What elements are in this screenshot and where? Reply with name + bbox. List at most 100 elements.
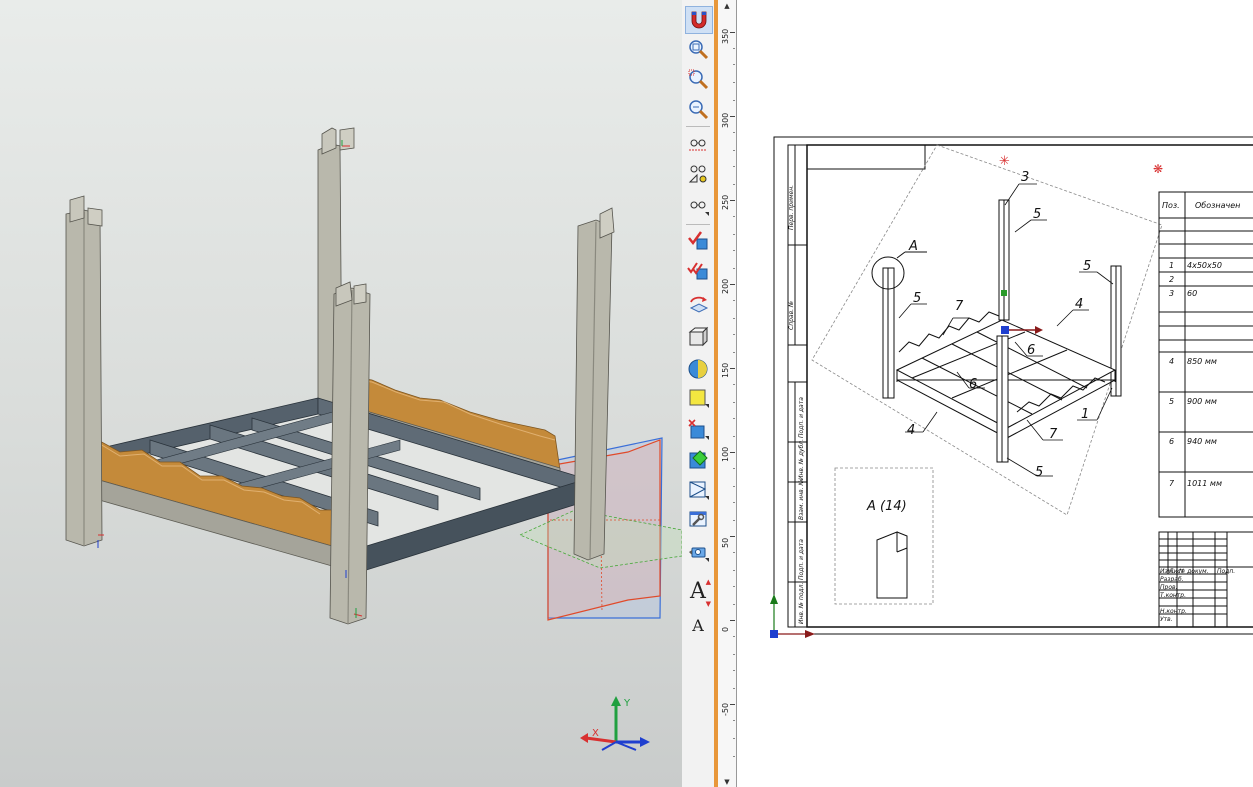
title-block-label: Разраб. — [1160, 576, 1184, 583]
stamp-label: Подп. и дата — [798, 539, 805, 580]
section-button[interactable] — [685, 416, 711, 442]
ruler-scroll-up-icon[interactable]: ▲ — [722, 2, 732, 10]
view-options-button[interactable] — [685, 192, 711, 218]
ruler-label: 0 — [721, 626, 730, 632]
spec-row-pos: 1 — [1169, 261, 1174, 270]
text-icon: A — [692, 615, 704, 635]
double-check-cube-icon — [687, 262, 708, 280]
ruler-scroll-down-icon[interactable]: ▼ — [722, 778, 732, 786]
ruler-label: 200 — [721, 278, 730, 294]
magnet-icon — [691, 11, 707, 29]
axis-y-label: Y — [623, 698, 631, 709]
view-cube-button[interactable] — [685, 324, 711, 350]
callout-label: A — [908, 239, 918, 254]
glasses-angle-icon — [688, 165, 707, 183]
spec-header-designation: Обозначен — [1195, 201, 1240, 210]
balloon-label: 7 — [1049, 427, 1058, 442]
green-diamond-icon — [689, 450, 708, 469]
spec-header-pos: Поз. — [1162, 201, 1180, 210]
spec-row-desc: 940 мм — [1187, 437, 1217, 446]
rotate-plane-button[interactable] — [685, 290, 711, 316]
glasses-icon — [690, 201, 709, 216]
axis-x-label: X — [592, 728, 599, 739]
projection-button[interactable] — [685, 476, 711, 502]
measure-angle-button[interactable] — [685, 160, 711, 186]
diamond-button[interactable] — [685, 446, 711, 472]
spec-row-pos: 5 — [1169, 397, 1174, 406]
text-small-button[interactable]: A — [685, 612, 711, 638]
hidden-lines-button[interactable] — [685, 130, 711, 156]
ruler-label: -50 — [721, 702, 730, 716]
glasses-icon — [689, 139, 707, 151]
spec-row-desc: 1011 мм — [1187, 479, 1222, 488]
text-large-button[interactable]: A ▲ ▼ — [685, 578, 711, 608]
zoom-window-icon — [689, 40, 709, 60]
view-toolbar: A ▲ ▼ A — [682, 0, 715, 787]
spec-row-pos: 6 — [1169, 437, 1174, 446]
spec-row-desc: 4х50х50 — [1187, 261, 1222, 270]
balloon-label: 1 — [1081, 407, 1089, 422]
section-cube-icon — [688, 419, 709, 440]
ruler-label: 150 — [721, 362, 730, 378]
balloon-label: 6 — [1027, 343, 1035, 358]
check-geometry-button[interactable] — [685, 228, 711, 254]
title-block-label: Утв. — [1160, 616, 1173, 623]
ruler-label: 100 — [721, 446, 730, 462]
sphere-icon — [688, 359, 708, 379]
zoom-dynamic-button[interactable] — [685, 66, 711, 92]
balloon-label: 4 — [1075, 297, 1083, 312]
marker-star-icon: ✳ — [999, 154, 1010, 169]
balloon-label: 7 — [955, 299, 964, 314]
camera-icon — [689, 547, 709, 562]
title-block-header: Подп. — [1217, 568, 1235, 575]
spec-row-desc: 900 мм — [1187, 397, 1217, 406]
title-block-label: Пров. — [1160, 584, 1178, 591]
zoom-dynamic-icon — [688, 69, 709, 90]
check-all-button[interactable] — [685, 258, 711, 284]
ruler-label: 300 — [721, 112, 730, 128]
spec-row-desc: 850 мм — [1187, 357, 1217, 366]
spec-row-pos: 3 — [1169, 289, 1174, 298]
spec-row-pos: 2 — [1169, 275, 1174, 284]
stamp-label: Справ. № — [788, 301, 795, 330]
zoom-fit-button[interactable] — [685, 96, 711, 122]
projection-icon — [689, 481, 709, 500]
drawing-sheet-area[interactable]: Перв. примен. Справ. № Подп. и дата Инв.… — [737, 0, 1253, 787]
cube-wireframe-icon — [688, 326, 709, 347]
camera-button[interactable] — [685, 538, 711, 564]
balloon-label: 5 — [913, 291, 921, 306]
rotate-plane-icon — [689, 296, 709, 313]
model-viewport[interactable]: Y X — [0, 0, 682, 787]
ruler-label: 250 — [721, 194, 730, 210]
balloon-label: 6 — [969, 377, 977, 392]
ruler-label: 350 — [721, 28, 730, 44]
wrench-button[interactable] — [685, 506, 711, 532]
spec-row-desc: 60 — [1187, 289, 1197, 298]
text-icon: A — [690, 578, 706, 604]
stamp-label: Перв. примен. — [788, 185, 795, 230]
balloon-label: 4 — [907, 423, 915, 438]
balloon-label: 5 — [1035, 465, 1043, 480]
stamp-label: Подп. и дата — [798, 397, 805, 438]
detail-view-label: A (14) — [866, 499, 907, 514]
axis-triad: Y X — [580, 696, 650, 751]
zoom-window-button[interactable] — [685, 36, 711, 62]
sphere-button[interactable] — [685, 356, 711, 382]
yellow-face-button[interactable] — [685, 384, 711, 410]
stamp-label: Взам. инв. № — [798, 479, 805, 520]
check-cube-icon — [688, 231, 708, 250]
balloon-label: 5 — [1083, 259, 1091, 274]
title-block-label: Н.контр. — [1160, 608, 1187, 615]
stamp-label: Инв. № дубл. — [798, 439, 805, 480]
balloon-label: 5 — [1033, 207, 1041, 222]
title-block-label: Т.контр. — [1160, 592, 1186, 599]
ruler-label: 50 — [721, 537, 730, 548]
face-icon — [689, 389, 709, 408]
balloon-label: 3 — [1021, 170, 1029, 185]
model-3d-render — [65, 127, 682, 625]
drawing-sheet: Перв. примен. Справ. № Подп. и дата Инв.… — [770, 136, 1253, 638]
magnet-snap-button[interactable] — [685, 6, 713, 34]
vertical-ruler: 350 300 250 200 150 100 50 0 -50 — [718, 0, 737, 787]
stamp-label: Инв. № подл. — [798, 583, 805, 624]
spec-row-pos: 4 — [1169, 357, 1174, 366]
